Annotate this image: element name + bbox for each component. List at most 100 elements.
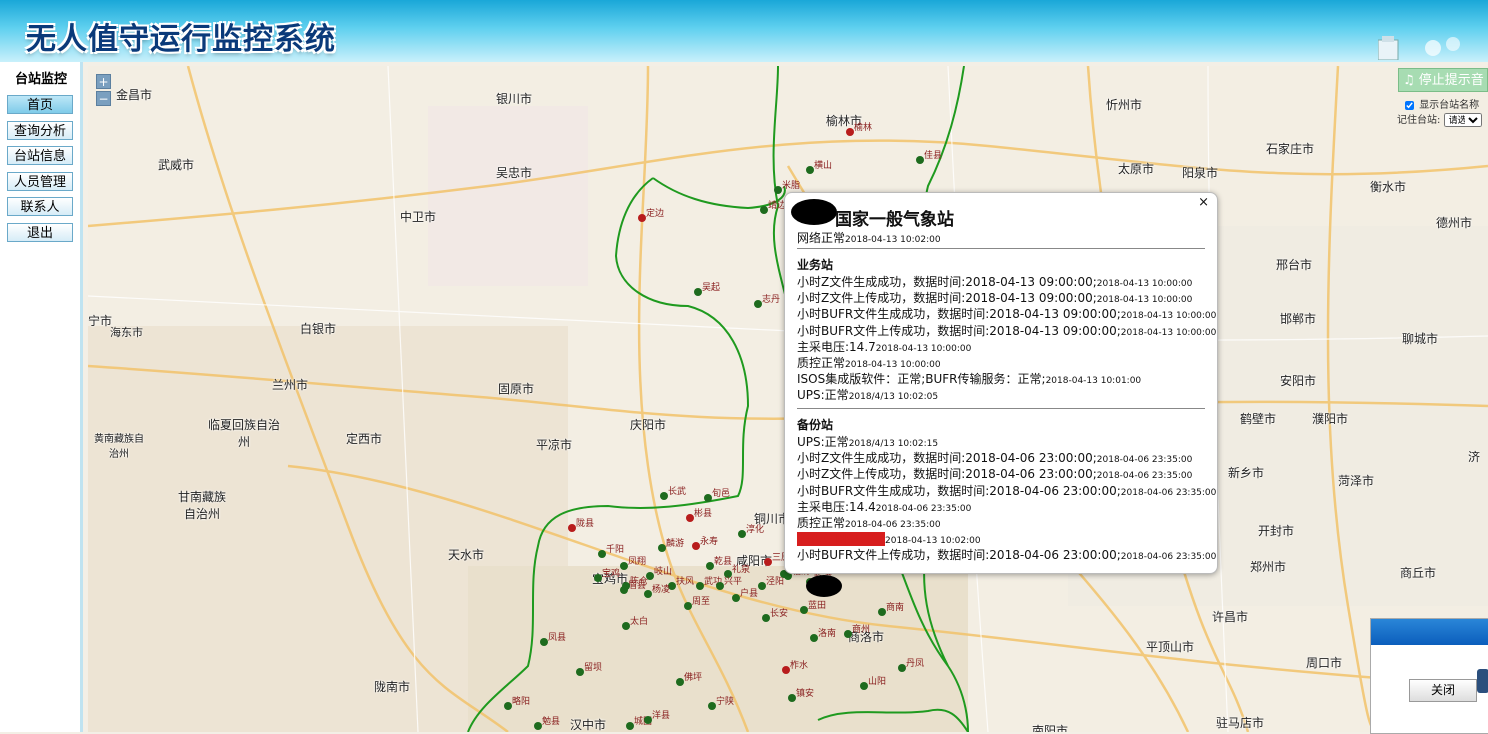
station-marker[interactable]: [638, 214, 646, 222]
city-label: 平顶山市: [1146, 640, 1195, 654]
station-marker[interactable]: [694, 288, 702, 296]
station-marker[interactable]: [644, 716, 652, 724]
station-marker[interactable]: [658, 544, 666, 552]
remember-station-select[interactable]: 请选择: [1443, 113, 1482, 127]
station-marker[interactable]: [644, 590, 652, 598]
notification-dialog: 关闭: [1370, 618, 1488, 734]
show-names-toggle[interactable]: 显示台站名称: [1405, 96, 1479, 111]
stop-sound-button[interactable]: ♫ 停止提示音: [1398, 68, 1488, 92]
city-label: 开封市: [1258, 524, 1295, 538]
city-label: 兰州市: [272, 378, 309, 392]
station-label: 岐山: [654, 567, 673, 577]
sidebar-item-contacts[interactable]: 联系人: [7, 197, 73, 216]
station-marker[interactable]: [810, 634, 818, 642]
station-marker[interactable]: [692, 542, 700, 550]
station-marker[interactable]: [534, 722, 542, 730]
sidebar-item-home[interactable]: 首页: [7, 95, 73, 114]
station-marker[interactable]: [738, 530, 746, 538]
station-marker[interactable]: [782, 666, 790, 674]
station-marker[interactable]: [916, 156, 924, 164]
station-label: 周至: [692, 597, 711, 607]
status-time: 2018-04-13 10:00:00: [845, 360, 941, 370]
sidebar-item-query[interactable]: 查询分析: [7, 121, 73, 140]
zoom-in-button[interactable]: +: [96, 74, 111, 89]
sidebar-item-personnel[interactable]: 人员管理: [7, 172, 73, 191]
station-marker[interactable]: [696, 582, 704, 590]
station-marker[interactable]: [540, 638, 548, 646]
status-time: 2018-04-06 23:35:00: [1120, 552, 1217, 563]
station-marker[interactable]: [598, 550, 606, 558]
station-marker[interactable]: [622, 582, 630, 590]
status-line: 小时BUFR文件上传成功，数据时间:2018-04-13 09:00:00;20…: [797, 322, 1216, 339]
station-label: 留坝: [584, 663, 603, 673]
city-label: 安阳市: [1280, 374, 1317, 388]
station-marker[interactable]: [622, 622, 630, 630]
dialog-handle[interactable]: [1477, 669, 1488, 693]
close-icon[interactable]: ×: [1198, 195, 1209, 210]
music-note-icon: ♫: [1403, 73, 1415, 88]
station-label: 宁陕: [716, 697, 735, 707]
station-marker[interactable]: [844, 630, 852, 638]
dialog-close-button[interactable]: 关闭: [1409, 679, 1477, 702]
header-banner: 无人值守运行监控系统: [0, 0, 1488, 62]
station-marker[interactable]: [764, 558, 772, 566]
station-marker[interactable]: [708, 702, 716, 710]
station-label: 丹凤: [906, 659, 925, 669]
station-marker[interactable]: [660, 492, 668, 500]
city-label: 太原市: [1118, 162, 1155, 176]
city-label: 固原市: [498, 382, 535, 396]
station-label: 宝鸡: [602, 569, 621, 579]
station-label: 千阳: [606, 545, 625, 555]
station-marker[interactable]: [754, 300, 762, 308]
city-label: 海东市: [110, 326, 143, 339]
station-label: 户县: [740, 589, 759, 599]
city-label: 济: [1468, 450, 1481, 464]
station-marker[interactable]: [774, 186, 782, 194]
station-marker[interactable]: [788, 694, 796, 702]
station-marker[interactable]: [704, 494, 712, 502]
remember-station-label: 记住台站:: [1397, 115, 1441, 126]
station-label: 略阳: [512, 697, 531, 707]
station-marker[interactable]: [762, 614, 770, 622]
city-label: 菏泽市: [1338, 474, 1375, 488]
station-label: 山阳: [868, 677, 887, 687]
sidebar-item-logout[interactable]: 退出: [7, 223, 73, 242]
station-marker[interactable]: [620, 562, 628, 570]
city-label: 天水市: [448, 548, 485, 562]
station-marker[interactable]: [684, 602, 692, 610]
station-marker[interactable]: [758, 582, 766, 590]
station-marker[interactable]: [860, 682, 868, 690]
station-marker[interactable]: [594, 574, 602, 582]
city-label: 周口市: [1306, 656, 1343, 670]
station-marker[interactable]: [568, 524, 576, 532]
dialog-header: [1371, 619, 1488, 645]
station-marker[interactable]: [716, 582, 724, 590]
station-marker[interactable]: [760, 206, 768, 214]
station-marker[interactable]: [676, 678, 684, 686]
city-label: 定西市: [346, 432, 383, 446]
station-label: 洋县: [652, 711, 671, 721]
station-marker[interactable]: [504, 702, 512, 710]
station-marker[interactable]: [686, 514, 694, 522]
station-marker[interactable]: [732, 594, 740, 602]
station-marker[interactable]: [806, 166, 814, 174]
zoom-out-button[interactable]: −: [96, 91, 111, 106]
station-marker[interactable]: [706, 562, 714, 570]
remember-station: 记住台站: 请选择: [1397, 111, 1482, 127]
station-marker[interactable]: [878, 608, 886, 616]
city-label: 忻州市: [1106, 98, 1143, 112]
city-label: 邢台市: [1276, 258, 1313, 272]
show-names-checkbox[interactable]: [1405, 100, 1414, 110]
sidebar-item-station-info[interactable]: 台站信息: [7, 146, 73, 165]
station-marker[interactable]: [626, 722, 634, 730]
status-text: 质控正常: [797, 516, 846, 530]
station-marker[interactable]: [846, 128, 854, 136]
city-label: 中卫市: [400, 210, 437, 224]
station-marker[interactable]: [800, 606, 808, 614]
status-line: 小时BUFR文件生成成功，数据时间:2018-04-13 09:00:00;20…: [797, 305, 1216, 322]
station-marker[interactable]: [576, 668, 584, 676]
status-time: 2018-04-06 23:35:00: [1096, 471, 1193, 482]
city-label: 临夏回族自治州: [207, 418, 280, 449]
station-marker[interactable]: [898, 664, 906, 672]
city-label: 商丘市: [1400, 566, 1437, 580]
